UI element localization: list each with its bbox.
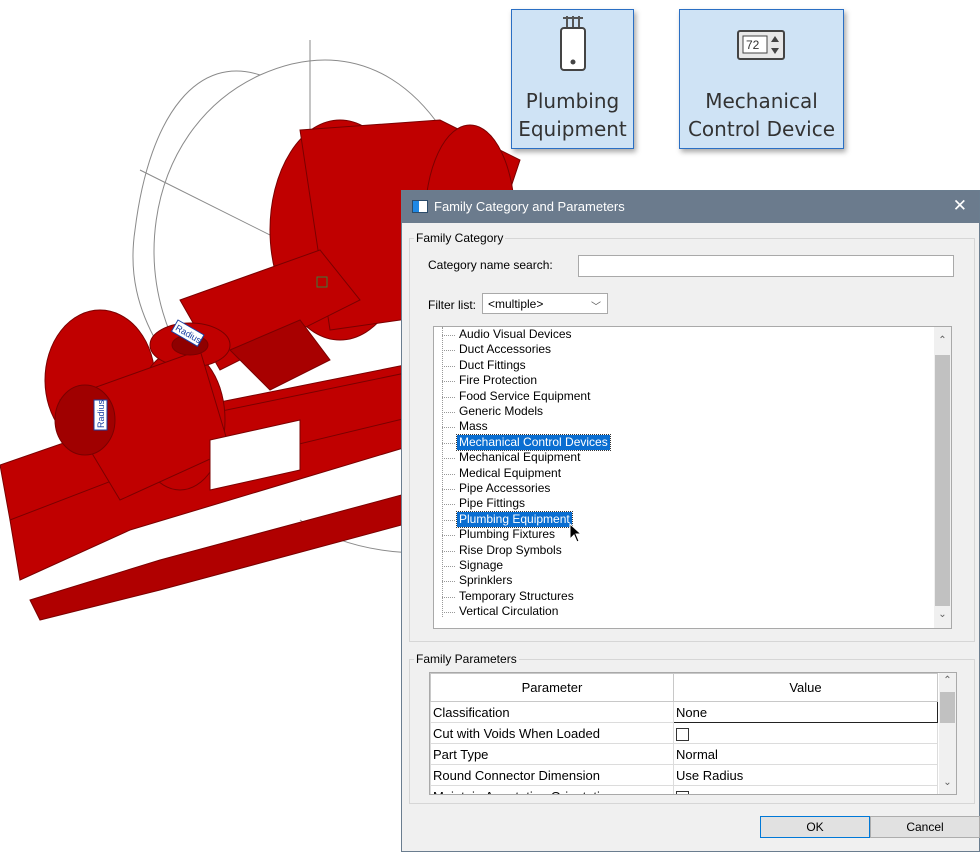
category-item[interactable]: Plumbing Equipment	[456, 510, 573, 528]
category-tree[interactable]: Audio Visual Devices Duct Accessories Duct…	[433, 326, 952, 629]
scroll-up-icon[interactable]: ⌃	[934, 335, 951, 346]
family-category-dialog: Family Category and Parameters ✕ Family …	[401, 190, 980, 852]
mouse-cursor-icon	[569, 523, 583, 543]
parameters-scroll-thumb[interactable]	[940, 692, 955, 723]
tree-connector-line	[442, 412, 455, 413]
category-item[interactable]: Sprinklers	[457, 573, 514, 588]
cancel-button[interactable]: Cancel	[870, 816, 980, 838]
family-category-legend: Family Category	[416, 231, 504, 245]
parameters-scrollbar[interactable]: ⌃ ⌄	[939, 673, 956, 794]
param-name: Round Connector Dimension	[430, 764, 674, 786]
category-tree-scrollbar[interactable]: ⌃ ⌄	[934, 327, 951, 628]
table-row[interactable]: Maintain Annotation Orientation	[430, 785, 938, 794]
tree-connector-line	[442, 442, 455, 444]
close-icon[interactable]: ✕	[953, 196, 967, 216]
tree-connector-line	[442, 427, 455, 429]
param-name: Maintain Annotation Orientation	[430, 785, 674, 794]
table-row[interactable]: Part Type Normal	[430, 743, 938, 765]
category-item[interactable]: Plumbing Fixtures	[457, 527, 557, 542]
filter-list-label: Filter list:	[428, 298, 476, 312]
category-item[interactable]: Pipe Accessories	[457, 481, 552, 496]
tree-connector-line	[442, 535, 455, 537]
category-search-input[interactable]	[578, 255, 954, 277]
tree-connector-line	[442, 581, 455, 583]
category-item[interactable]: Mechanical Equipment	[457, 450, 582, 465]
category-item[interactable]: Vertical Circulation	[457, 604, 560, 619]
family-parameters-legend: Family Parameters	[416, 652, 517, 666]
filter-list-value: <multiple>	[488, 297, 544, 311]
tree-connector-line	[442, 365, 455, 367]
scroll-down-icon[interactable]: ⌄	[939, 777, 956, 788]
category-item[interactable]: Audio Visual Devices	[457, 327, 574, 342]
tree-connector-line	[442, 458, 455, 460]
svg-text:72: 72	[746, 38, 760, 52]
family-category-icon	[412, 200, 428, 213]
param-value[interactable]: Use Radius	[673, 764, 938, 786]
category-item[interactable]: Signage	[457, 558, 505, 573]
dimension-tag-2: Radius	[93, 399, 108, 431]
tree-connector-line	[442, 327, 443, 617]
tree-connector-line	[442, 519, 455, 521]
category-search-label: Category name search:	[428, 258, 553, 272]
table-row[interactable]: Classification None	[430, 701, 938, 723]
category-item[interactable]: Pipe Fittings	[457, 496, 527, 511]
tree-connector-line	[442, 396, 455, 398]
tree-connector-line	[442, 596, 455, 598]
tree-connector-line	[442, 550, 455, 552]
svg-text:Radius: Radius	[96, 399, 106, 428]
classification-value-field[interactable]: None	[673, 701, 938, 723]
tree-connector-line	[442, 504, 455, 506]
table-row[interactable]: Cut with Voids When Loaded	[430, 722, 938, 744]
dialog-titlebar[interactable]: Family Category and Parameters ✕	[402, 191, 979, 223]
param-name: Classification	[430, 701, 674, 723]
category-item[interactable]: Fire Protection	[457, 373, 539, 388]
plumbing-equipment-label: Plumbing Equipment	[518, 89, 627, 141]
scroll-down-icon[interactable]: ⌄	[934, 609, 951, 620]
category-item[interactable]: Duct Accessories	[457, 342, 553, 357]
cut-with-voids-cell	[673, 722, 938, 744]
table-row[interactable]: Round Connector Dimension Use Radius	[430, 764, 938, 786]
plumbing-equipment-icon	[560, 16, 586, 71]
category-item[interactable]: Temporary Structures	[457, 589, 576, 604]
tree-connector-line	[442, 612, 455, 614]
tree-connector-line	[442, 473, 455, 475]
dialog-title: Family Category and Parameters	[434, 199, 625, 214]
category-item[interactable]: Duct Fittings	[457, 358, 528, 373]
category-item[interactable]: Mass	[457, 419, 490, 434]
tree-connector-line	[442, 489, 455, 490]
thermostat-icon: 72	[737, 30, 785, 60]
mechanical-control-device-label: Mechanical Control Device	[687, 89, 836, 141]
category-item[interactable]: Medical Equipment	[457, 466, 563, 481]
parameter-column-header[interactable]: Parameter	[430, 673, 674, 702]
chevron-down-icon: ﹀	[591, 302, 601, 313]
category-item[interactable]: Mechanical Control Devices	[456, 433, 611, 451]
maintain-annotation-cell	[673, 785, 938, 794]
ok-button[interactable]: OK	[760, 816, 870, 838]
mechanical-control-device-tile[interactable]: 72 Mechanical Control Device	[679, 9, 844, 149]
tree-connector-line	[442, 335, 455, 336]
category-item[interactable]: Generic Models	[457, 404, 545, 419]
value-column-header[interactable]: Value	[673, 673, 938, 702]
param-name: Cut with Voids When Loaded	[430, 722, 674, 744]
maintain-annotation-checkbox[interactable]	[676, 790, 689, 794]
param-value[interactable]: Normal	[673, 743, 938, 765]
family-parameters-table: Parameter Value Classification None Cut …	[429, 672, 957, 795]
category-item[interactable]: Rise Drop Symbols	[457, 543, 564, 558]
tree-connector-line	[442, 381, 455, 383]
cut-with-voids-checkbox[interactable]	[676, 727, 689, 741]
param-name: Part Type	[430, 743, 674, 765]
tree-connector-line	[442, 350, 455, 352]
tree-connector-line	[442, 566, 455, 567]
category-item[interactable]: Food Service Equipment	[457, 389, 592, 404]
plumbing-equipment-tile[interactable]: Plumbing Equipment	[511, 9, 634, 149]
filter-list-dropdown[interactable]: <multiple> ﹀	[482, 293, 608, 314]
scroll-up-icon[interactable]: ⌃	[939, 675, 956, 686]
category-tree-scroll-thumb[interactable]	[935, 355, 950, 606]
